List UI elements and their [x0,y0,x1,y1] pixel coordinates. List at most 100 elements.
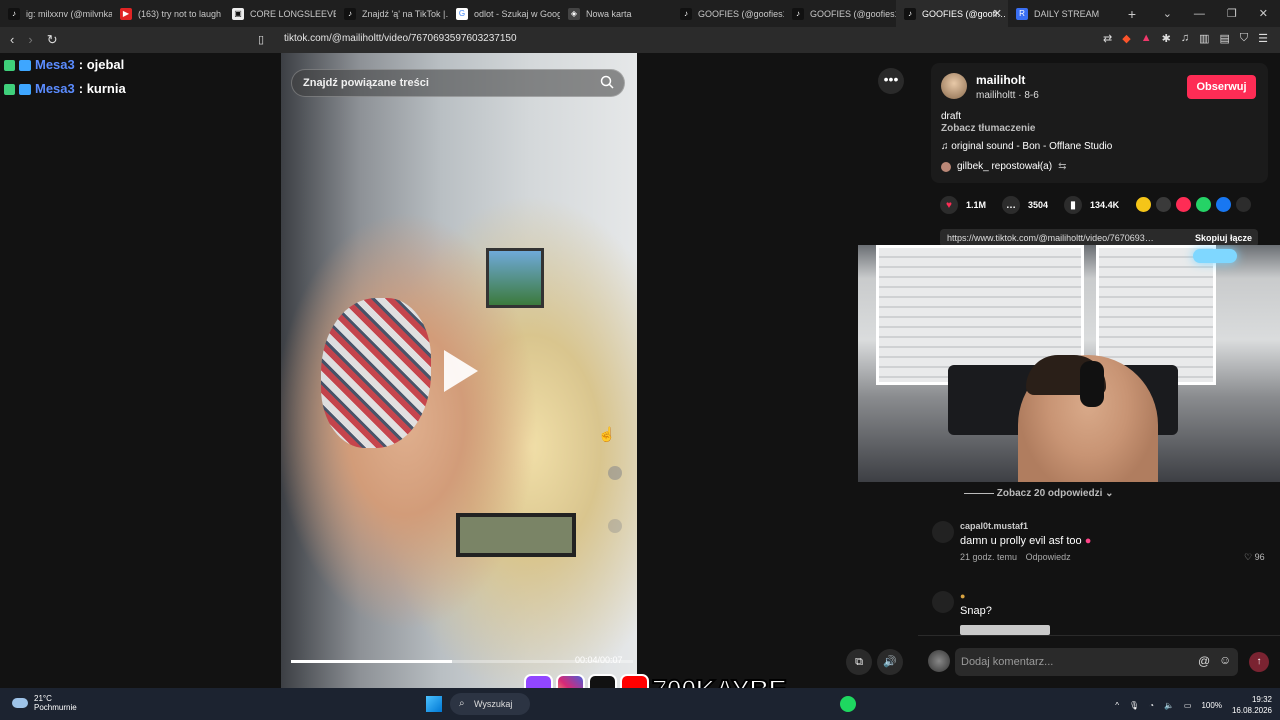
windows-start-icon[interactable] [426,696,442,712]
brave-shield-icon[interactable]: ◆ [1122,32,1130,45]
music-icon[interactable]: ♫ [1181,32,1189,45]
translate-icon[interactable]: ⇄ [1103,32,1112,45]
tab-4[interactable]: ♪ Znajdź 'ą' na TikTok |… [336,0,448,27]
embed-icon[interactable] [1156,197,1171,212]
share-link[interactable]: https://www.tiktok.com/@mailiholtt/video… [947,233,1154,243]
comment-action[interactable]: … 3504 [1002,196,1048,214]
url-field[interactable]: tiktok.com/@mailiholtt/video/76706935976… [284,33,517,44]
author-name[interactable]: mailiholt [976,73,1025,87]
more-options-icon[interactable]: ••• [878,68,904,94]
menu-icon[interactable]: ☰ [1258,32,1268,45]
commenter-name[interactable]: capal0t.mustaf1 [960,521,1028,531]
post-info-panel: mailiholt mailiholtt · 8-6 Obserwuj draf… [931,63,1268,183]
post-comment-button[interactable]: ↑ [1249,652,1269,672]
search-icon[interactable] [600,75,614,89]
commenter-name[interactable]: ● [960,591,965,601]
kick-badge-icon [4,59,15,71]
tray-chevron-icon[interactable]: ^ [1115,701,1119,710]
clock-date: 16.08.2026 [1231,706,1272,715]
extensions-icon[interactable]: ✱ [1162,32,1171,45]
browser-tabbar: ♪ig: milxxnv (@milvnka… ▶(163) try not t… [0,0,1280,27]
tab-7[interactable]: ♪GOOFIES (@goofies1… [672,0,784,27]
facebook-icon[interactable] [1216,197,1231,212]
tab-3[interactable]: ▣CORE LONGSLEEVE O… [224,0,336,27]
tab-2[interactable]: ▶ (163) try not to laugh [112,0,224,27]
maximize-icon[interactable]: ❐ [1227,7,1237,20]
tiktok-icon: ♪ [344,7,356,20]
heart-outline-icon: ♡ [1244,552,1255,562]
tiktok-icon: ♪ [792,7,804,20]
r-icon: R [1016,7,1028,20]
tab-9-active[interactable]: ♪ GOOFIES (@goofi… ✕ [896,0,1008,27]
bookmark-icon: ▮ [1064,196,1083,214]
mention-icon[interactable]: @ [1198,654,1210,668]
emoji-picker-icon[interactable]: ☺ [1219,653,1231,667]
post-actions: ♥ 1.1M … 3504 ▮ 134.4K [940,196,1119,214]
search-icon: ⌕ [459,698,465,709]
video-subject [321,298,431,448]
tab-10[interactable]: R DAILY STREAM [1008,0,1120,27]
tab-6[interactable]: ◈ Nowa karta [560,0,672,27]
toolbar-icons: ⇄ ◆ ▲ ✱ ♫ ▥ ▤ ⛉ ☰ [1103,32,1268,45]
temperature: 21°C [34,694,52,703]
close-window-icon[interactable]: ✕ [1259,7,1268,20]
repost-avatar [941,161,951,172]
whatsapp-icon[interactable] [1196,197,1211,212]
tab-5[interactable]: Godlot - Szukaj w Goog… [448,0,560,27]
sidebar-icon[interactable]: ▥ [1199,32,1209,45]
save-action[interactable]: ▮ 134.4K [1064,196,1119,214]
system-tray: ^ 🎙 ◔ 🔈 ▭ 100% 19:32 16.08.2026 [1115,694,1272,716]
windows-taskbar: 21°C Pochmurnie ⌕ Wyszukaj ^ 🎙 ◔ 🔈 ▭ 100%… [0,688,1280,720]
mic-icon[interactable]: 🎙 [1129,701,1139,710]
speaker-icon[interactable]: 🔈 [1164,701,1174,710]
translate-link[interactable]: Zobacz tłumaczenie [941,123,1035,134]
close-tab-icon[interactable]: ✕ [993,7,1002,20]
follow-button[interactable]: Obserwuj [1187,75,1256,99]
repost-icon: ⇆ [1058,161,1067,172]
weather-widget[interactable]: 21°C Pochmurnie [12,694,77,712]
taskbar-search[interactable]: ⌕ Wyszukaj [450,693,530,715]
related-search-input[interactable]: Znajdź powiązane treści [291,69,625,97]
repost-share-icon[interactable] [1136,197,1151,212]
send-icon[interactable] [1176,197,1191,212]
volume-icon[interactable]: 🔊 [877,649,903,675]
rewards-icon[interactable]: ▲ [1141,32,1152,45]
commenter-avatar[interactable] [932,591,954,613]
play-icon[interactable] [444,350,478,392]
new-tab-button[interactable]: + [1120,6,1144,22]
commenter-avatar[interactable] [932,521,954,543]
wifi-icon[interactable]: ◔ [1149,701,1154,710]
tab-8[interactable]: ♪GOOFIES (@goofies1… [784,0,896,27]
tiktok-icon: ♪ [904,7,916,20]
back-icon[interactable]: ‹ [10,32,14,48]
sound-link[interactable]: ♫ original sound - Bon - Offlane Studio [941,141,1112,152]
youtube-icon: ▶ [120,7,132,20]
like-action[interactable]: ♥ 1.1M [940,196,986,214]
comment-likes[interactable]: ♡ 96 [1244,552,1265,563]
tiktok-icon: ♪ [8,7,20,20]
search-placeholder: Znajdź powiązane treści [303,77,429,89]
wallet-icon[interactable]: ▤ [1219,32,1229,45]
see-replies-link[interactable]: ——— Zobacz 20 odpowiedzi ⌄ [964,488,1114,499]
led-light [1193,249,1237,263]
spotify-icon[interactable] [840,696,856,712]
clock[interactable]: 19:32 16.08.2026 [1232,694,1272,716]
tab-list-icon[interactable]: ⌄ [1163,7,1172,20]
forward-icon[interactable]: › [28,32,32,48]
author-avatar[interactable] [941,73,967,99]
tab-1[interactable]: ♪ig: milxxnv (@milvnka… [0,0,112,27]
reply-link[interactable]: Odpowiedz [1026,552,1071,562]
share-arrow-icon[interactable] [1236,197,1251,212]
battery-icon[interactable]: ▭ [1184,701,1192,710]
minimize-icon[interactable]: — [1194,8,1205,20]
vpn-icon[interactable]: ⛉ [1240,32,1248,45]
comment-input[interactable] [955,648,1238,676]
pip-icon[interactable]: ⧉ [846,649,872,675]
reload-icon[interactable]: ↻ [47,32,58,48]
video-time: 00:04/00:07 [575,655,623,665]
music-note-icon: ♫ [941,141,952,152]
headset [1080,361,1104,407]
comment-image[interactable] [960,625,1050,635]
bookmark-icon[interactable]: ▯ [258,33,264,46]
battery-level: 100% [1201,700,1222,710]
